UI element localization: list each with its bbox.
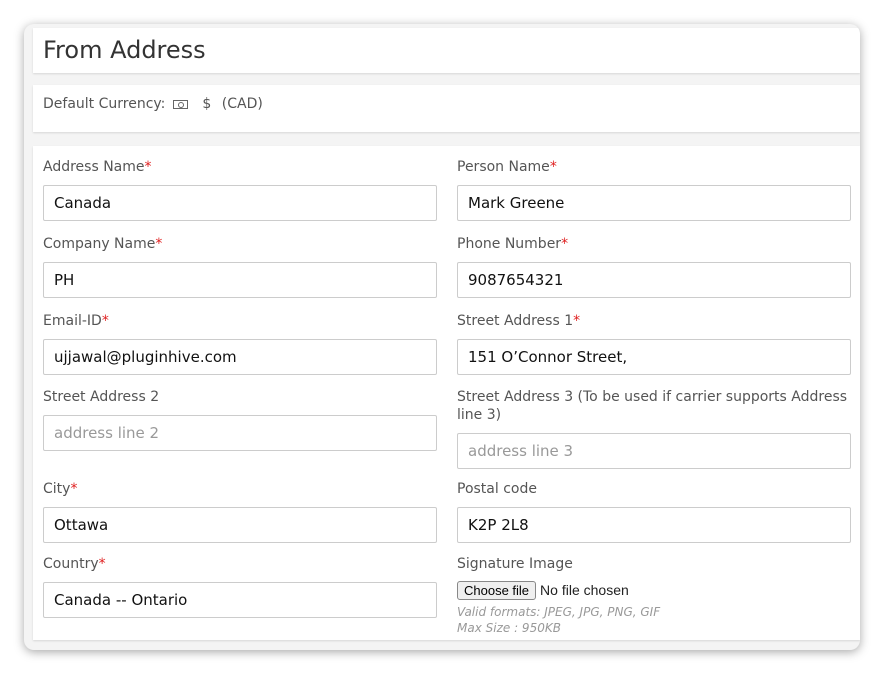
- max-size-hint: Max Size : 950KB: [457, 621, 561, 635]
- label: Street Address 1: [457, 313, 574, 329]
- street3-field: Street Address 3 (To be used if carrier …: [457, 388, 851, 469]
- page-title: From Address: [33, 28, 860, 73]
- label: Postal code: [457, 481, 537, 497]
- signature-field: Signature Image Choose file No file chose…: [457, 555, 851, 636]
- address-form: Address Name* Person Name* Company Name*…: [33, 146, 860, 640]
- street3-input[interactable]: [457, 433, 851, 469]
- postal-code-field: Postal code: [457, 480, 851, 543]
- valid-formats-hint: Valid formats: JPEG, JPG, PNG, GIF: [457, 605, 661, 619]
- required-marker: *: [549, 159, 557, 175]
- required-marker: *: [155, 236, 163, 252]
- street1-input[interactable]: [457, 339, 851, 375]
- email-input[interactable]: [43, 339, 437, 375]
- currency-label: Default Currency:: [43, 96, 166, 112]
- city-input[interactable]: [43, 507, 437, 543]
- street1-field: Street Address 1*: [457, 312, 851, 375]
- street2-input[interactable]: [43, 415, 437, 451]
- person-name-input[interactable]: [457, 185, 851, 221]
- label: City: [43, 481, 71, 497]
- default-currency: Default Currency: $ (CAD): [33, 85, 860, 132]
- label: Street Address 3 (To be used if carrier …: [457, 389, 848, 423]
- label: Country: [43, 556, 99, 572]
- phone-number-field: Phone Number*: [457, 235, 851, 298]
- country-field: Country*: [43, 555, 437, 618]
- required-marker: *: [70, 481, 78, 497]
- required-marker: *: [573, 313, 581, 329]
- country-input[interactable]: [43, 582, 437, 618]
- company-name-field: Company Name*: [43, 235, 437, 298]
- window: From Address Default Currency: $ (CAD) Ad…: [24, 24, 860, 650]
- money-icon: [173, 99, 189, 109]
- city-field: City*: [43, 480, 437, 543]
- file-status: No file chosen: [540, 582, 629, 598]
- company-name-input[interactable]: [43, 262, 437, 298]
- street2-field: Street Address 2: [43, 388, 437, 451]
- label: Street Address 2: [43, 389, 160, 405]
- label: Signature Image: [457, 556, 573, 572]
- label: Phone Number: [457, 236, 562, 252]
- label: Person Name: [457, 159, 550, 175]
- required-marker: *: [561, 236, 569, 252]
- label: Company Name: [43, 236, 156, 252]
- choose-file-button[interactable]: Choose file: [457, 581, 537, 600]
- label: Address Name: [43, 159, 145, 175]
- address-name-field: Address Name*: [43, 158, 437, 221]
- person-name-field: Person Name*: [457, 158, 851, 221]
- address-name-input[interactable]: [43, 185, 437, 221]
- email-field: Email-ID*: [43, 312, 437, 375]
- currency-symbol: $: [202, 96, 212, 112]
- phone-number-input[interactable]: [457, 262, 851, 298]
- required-marker: *: [98, 556, 106, 572]
- required-marker: *: [144, 159, 152, 175]
- label: Email-ID: [43, 313, 102, 329]
- required-marker: *: [101, 313, 109, 329]
- postal-code-input[interactable]: [457, 507, 851, 543]
- currency-code: (CAD): [221, 96, 263, 112]
